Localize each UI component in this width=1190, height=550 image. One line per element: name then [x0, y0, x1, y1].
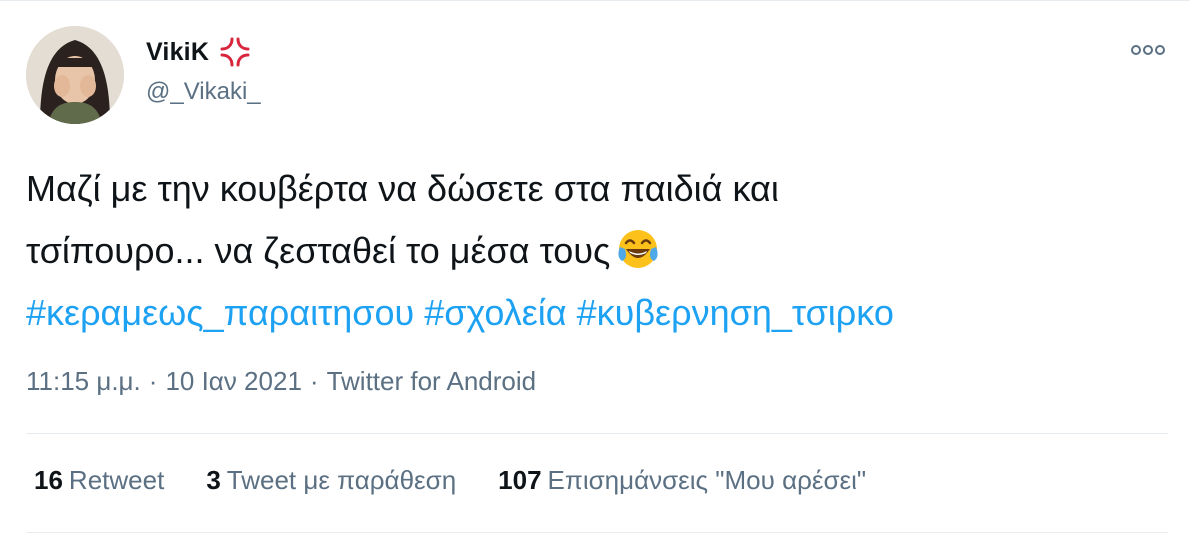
- likes-stat[interactable]: 107 Επισημάνσεις "Μου αρέσει": [498, 465, 866, 496]
- hashtag-link[interactable]: #κεραμεως_παραιτησου: [26, 292, 414, 333]
- tweet-source[interactable]: Twitter for Android: [327, 366, 537, 396]
- tweet-text-line-1: Μαζί με την κουβέρτα να δώσετε στα παιδι…: [26, 168, 779, 209]
- face-with-tears-of-joy-icon: [618, 230, 658, 268]
- tweet-time[interactable]: 11:15 μ.μ.: [26, 366, 141, 396]
- avatar[interactable]: [26, 26, 124, 124]
- tweet-text-line-2-wrap: τσίπουρο... να ζεσταθεί το μέσα τους: [26, 220, 1166, 282]
- hashtag-link[interactable]: #σχολεία: [424, 292, 566, 333]
- tweet-stats: 16 Retweet 3 Tweet με παράθεση 107 Επισημάν…: [34, 465, 908, 496]
- quote-tweets-label: Tweet με παράθεση: [226, 465, 457, 495]
- tweet-text: Μαζί με την κουβέρτα να δώσετε στα παιδι…: [26, 158, 1166, 344]
- tweet-meta: 11:15 μ.μ. · 10 Ιαν 2021 · Twitter for Andro…: [26, 366, 536, 397]
- avatar-image: [26, 26, 124, 124]
- retweets-count: 16: [34, 465, 63, 495]
- quote-tweets-count: 3: [206, 465, 221, 495]
- author-name-row[interactable]: VikiK: [146, 36, 251, 68]
- tweet-text-line-2: τσίπουρο... να ζεσταθεί το μέσα τους: [26, 230, 611, 271]
- tweet-date[interactable]: 10 Ιαν 2021: [165, 366, 301, 396]
- meta-separator: ·: [309, 366, 319, 396]
- anger-symbol-icon: [220, 37, 250, 67]
- likes-label: Επισημάνσεις "Μου αρέσει": [547, 465, 867, 495]
- quote-tweets-stat[interactable]: 3 Tweet με παράθεση: [206, 465, 456, 496]
- tweet-card: VikiK @_Vikaki_ Μαζί με την κουβέρτα να …: [0, 0, 1190, 550]
- top-divider: [0, 0, 1190, 1]
- stats-top-divider: [26, 433, 1168, 434]
- retweets-label: Retweet: [68, 465, 165, 495]
- stats-bottom-divider: [26, 532, 1168, 533]
- retweets-stat[interactable]: 16 Retweet: [34, 465, 164, 496]
- meta-separator: ·: [148, 366, 158, 396]
- hashtag-link[interactable]: #κυβερνηση_τσιρκο: [577, 292, 894, 333]
- hashtags-line: #κεραμεως_παραιτησου #σχολεία #κυβερνηση…: [26, 282, 1166, 344]
- author-handle[interactable]: @_Vikaki_: [146, 78, 261, 106]
- likes-count: 107: [498, 465, 542, 495]
- display-name[interactable]: VikiK: [146, 38, 209, 67]
- more-options-icon[interactable]: [1128, 40, 1168, 60]
